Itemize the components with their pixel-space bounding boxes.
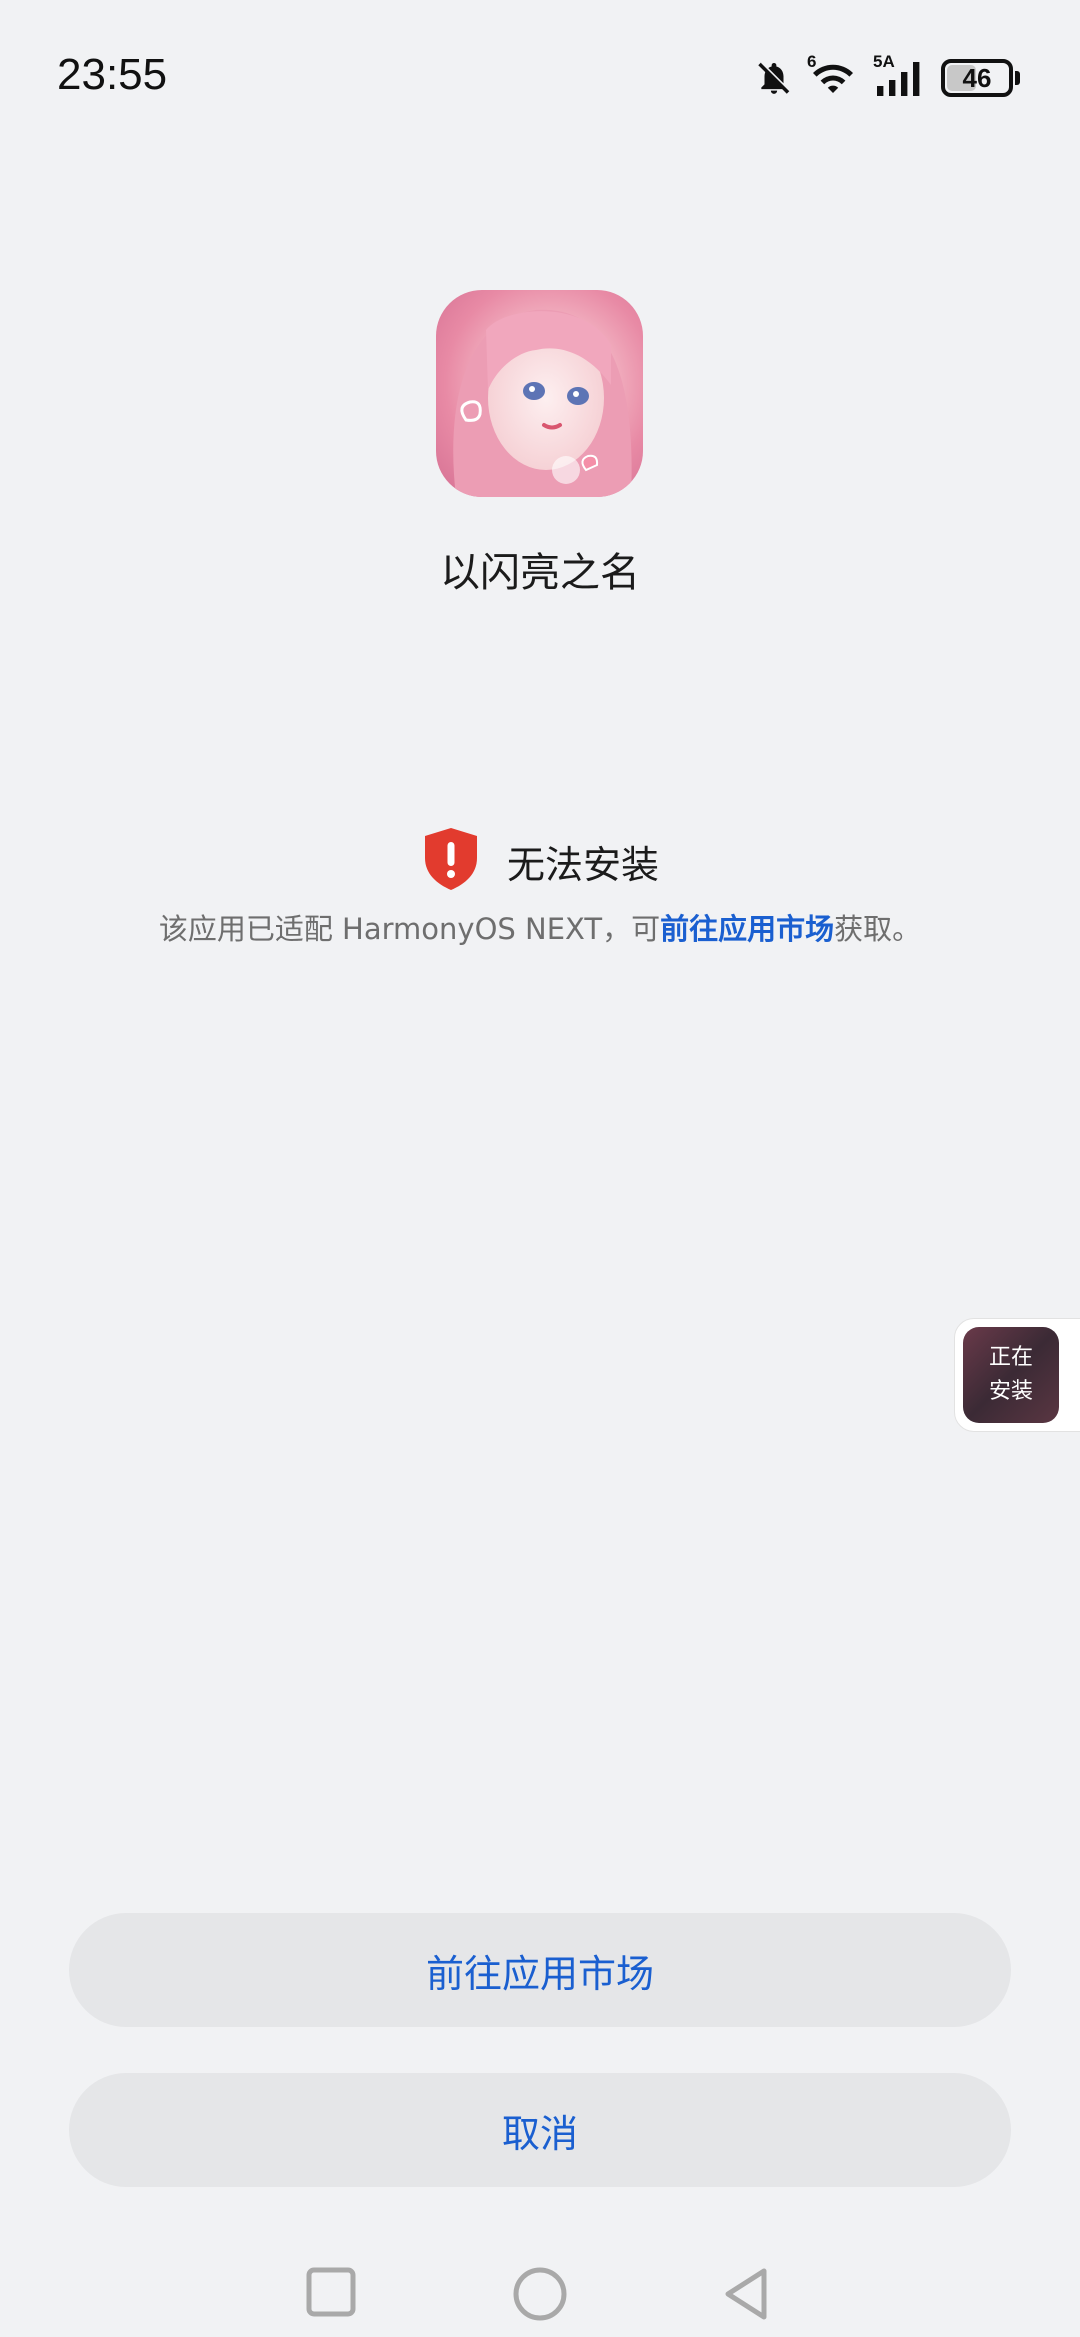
battery: 46 [941,59,1013,97]
signal-network-label: 5A [873,52,895,71]
installing-label-line2: 安装 [988,1379,1033,1404]
installing-floating-window[interactable]: 正在 安装 [954,1318,1080,1432]
go-market-link[interactable]: 前往应用市场 [660,912,834,946]
installing-thumbnail: 正在 安装 [963,1327,1059,1423]
error-title: 无法安装 [506,842,659,887]
signal-icon: 5A [873,52,927,98]
app-name: 以闪亮之名 [440,550,640,596]
error-header: 无法安装 [0,826,1080,896]
error-description: 该应用已适配 HarmonyOS NEXT，可前往应用市场获取。 [0,906,1080,948]
battery-icon: 46 [941,59,1020,97]
bell-off-icon [755,59,793,97]
go-market-button[interactable]: 前往应用市场 [69,1913,1011,2027]
status-icons: 6 5A 46 [755,52,1020,100]
wifi-icon: 6 [807,52,859,98]
cancel-button[interactable]: 取消 [69,2073,1011,2187]
app-icon [436,290,643,497]
recent-apps-icon[interactable] [305,2266,357,2322]
error-desc-suffix: 获取。 [834,912,922,946]
installing-label-line1: 正在 [988,1345,1033,1370]
battery-level: 46 [962,62,992,93]
shield-alert-icon [421,826,481,896]
status-time: 23:55 [57,50,168,99]
error-desc-prefix: 该应用已适配 HarmonyOS NEXT，可 [158,912,661,946]
status-bar: 23:55 6 5A 46 [0,0,1080,150]
battery-cap [1015,71,1020,85]
back-icon[interactable] [720,2266,772,2326]
home-icon[interactable] [512,2266,568,2326]
wifi-network-label: 6 [807,52,817,71]
app-icon-artwork [453,309,632,497]
